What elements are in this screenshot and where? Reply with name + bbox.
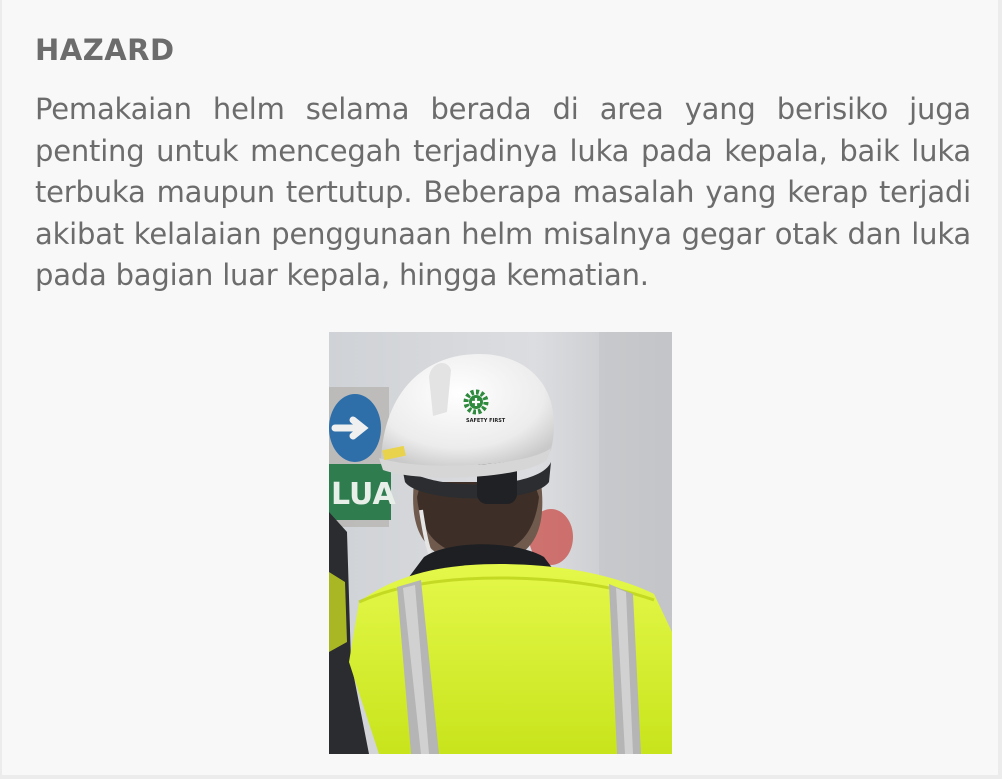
section-title: HAZARD [35,33,175,67]
photo-illustration: LUA SAFETY FIRST [329,332,672,754]
helmet-logo-text: SAFETY FIRST [466,418,506,424]
body-paragraph: Pemakaian helm selama berada di area yan… [35,92,971,292]
worker-helmet-photo: LUA SAFETY FIRST [329,332,672,754]
sign-text: LUA [331,477,396,512]
